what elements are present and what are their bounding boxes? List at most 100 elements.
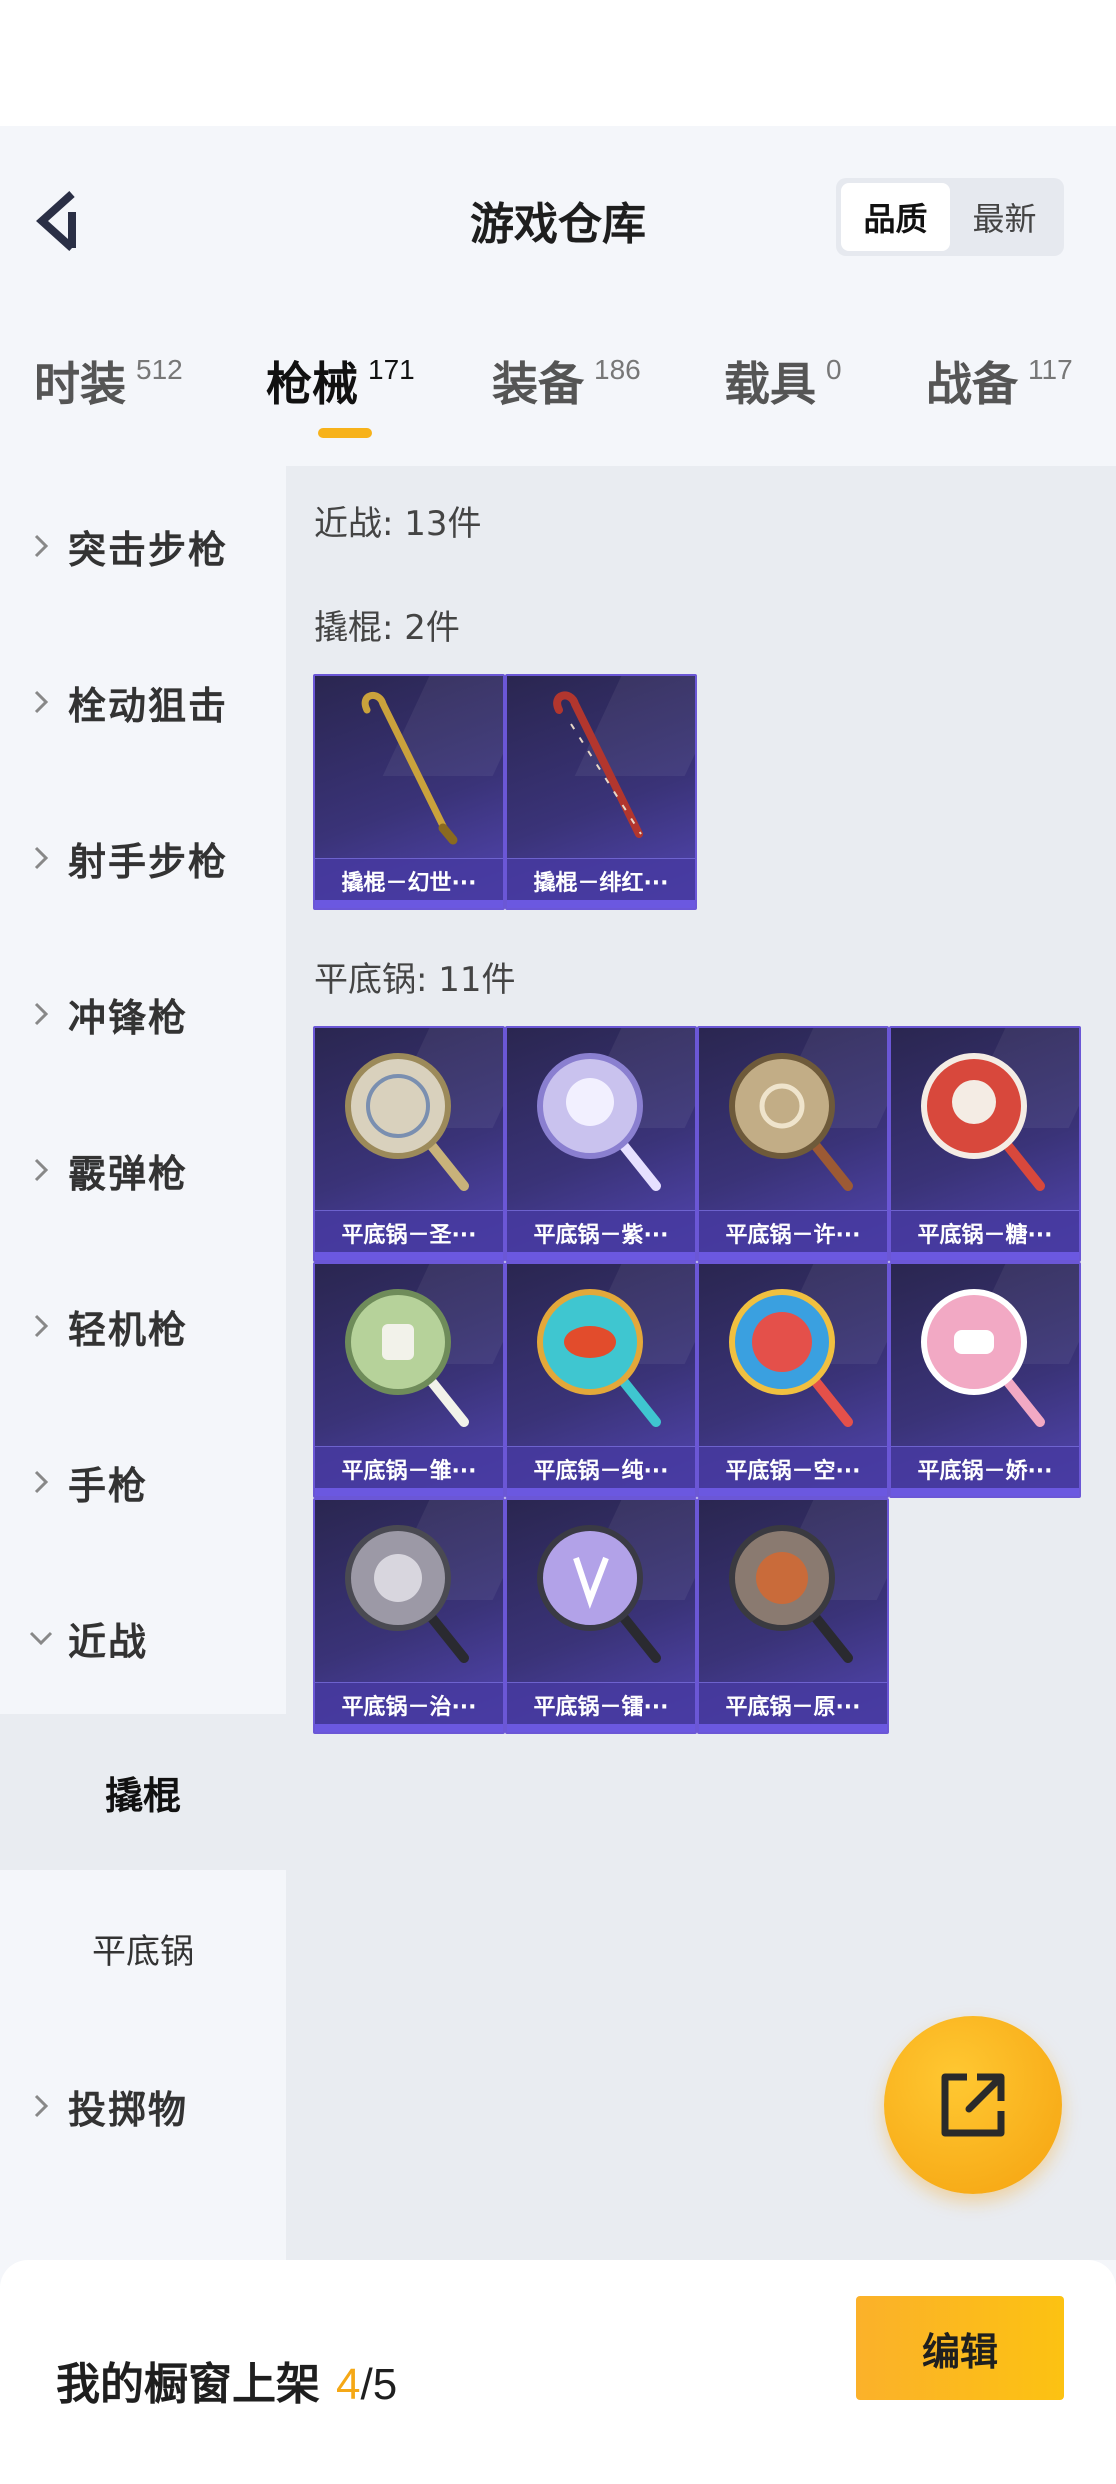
item-name: 平底锅－纯··· xyxy=(533,1458,669,1484)
sidebar-subitem-crowbar[interactable]: 撬棍 xyxy=(0,1714,286,1870)
category-tabs: 时装 512 枪械 171 装备 186 载具 0 战备 117 xyxy=(0,308,1116,466)
showcase-status: 我的橱窗上架 4 / 5 xyxy=(56,2348,397,2412)
item-name: 撬棍－绯红··· xyxy=(533,870,669,896)
tab-count: 171 xyxy=(368,354,415,385)
sidebar-item-label: 投掷物 xyxy=(68,2087,189,2132)
pan-candy-icon xyxy=(891,1028,1079,1214)
item-card[interactable]: 平底锅－许··· xyxy=(697,1026,889,1262)
category-count-title: 近战: 13件 xyxy=(314,504,482,544)
item-card[interactable]: 平底锅－紫··· xyxy=(505,1026,697,1262)
pan-heal-icon xyxy=(315,1500,503,1686)
showcase-total-count: 5 xyxy=(372,2360,398,2409)
crowbar-gold-icon xyxy=(315,676,503,862)
showcase-label: 我的橱窗上架 xyxy=(56,2359,320,2410)
edit-button[interactable]: 编辑 xyxy=(856,2296,1064,2400)
showcase-separator: / xyxy=(360,2360,373,2409)
chevron-right-icon xyxy=(26,2092,56,2120)
sort-newest-button[interactable]: 最新 xyxy=(950,183,1059,251)
tab-label: 装备 xyxy=(492,357,584,411)
sidebar-item-melee[interactable]: 近战 xyxy=(0,1588,286,1688)
item-card[interactable]: 平底锅－雏··· xyxy=(313,1262,505,1498)
bottom-bar: 我的橱窗上架 4 / 5 编辑 xyxy=(0,2260,1116,2484)
pan-pure-icon xyxy=(507,1264,695,1450)
tab-firearms[interactable]: 枪械 171 xyxy=(266,348,415,414)
item-card[interactable]: 平底锅－圣··· xyxy=(313,1026,505,1262)
sidebar-item-throwables[interactable]: 投掷物 xyxy=(0,2056,286,2156)
chevron-down-icon xyxy=(26,1628,56,1648)
item-card-footer: 平底锅－镭··· xyxy=(507,1682,695,1732)
sidebar-item-marksman-rifle[interactable]: 射手步枪 xyxy=(0,808,286,908)
sort-quality-button[interactable]: 品质 xyxy=(841,183,950,251)
sidebar-subitem-pan[interactable]: 平底锅 xyxy=(0,1870,286,2026)
pan-origin-icon xyxy=(699,1500,887,1686)
item-card[interactable]: 平底锅－娇··· xyxy=(889,1262,1081,1498)
item-card[interactable]: 撬棍－绯红··· xyxy=(505,674,697,910)
pan-laser-icon xyxy=(507,1500,695,1686)
sidebar-item-label: 近战 xyxy=(68,1619,149,1664)
pan-wish-icon xyxy=(699,1028,887,1214)
item-name: 撬棍－幻世··· xyxy=(341,870,477,896)
sidebar-item-label: 轻机枪 xyxy=(68,1307,189,1352)
tab-vehicles[interactable]: 载具 0 xyxy=(724,348,842,414)
sidebar-subitem-label: 撬棍 xyxy=(104,1773,181,1818)
tab-label: 枪械 xyxy=(266,357,358,411)
pan-holy-icon xyxy=(315,1028,503,1214)
group-title-crowbar: 撬棍: 2件 xyxy=(314,608,460,648)
showcase-current-count: 4 xyxy=(336,2360,361,2409)
tab-label: 时装 xyxy=(34,357,126,411)
sidebar-item-label: 射手步枪 xyxy=(68,839,229,884)
pan-chick-icon xyxy=(315,1264,503,1450)
sort-toggle: 品质 最新 xyxy=(836,178,1064,256)
sidebar-item-bolt-sniper[interactable]: 栓动狙击 xyxy=(0,652,286,752)
sidebar-item-lmg[interactable]: 轻机枪 xyxy=(0,1276,286,1376)
tab-count: 0 xyxy=(826,354,842,385)
item-card-footer: 平底锅－圣··· xyxy=(315,1210,503,1260)
sidebar-item-label: 栓动狙击 xyxy=(68,683,229,728)
tab-supplies[interactable]: 战备 117 xyxy=(926,348,1073,414)
item-card[interactable]: 平底锅－空··· xyxy=(697,1262,889,1498)
sidebar-item-smg[interactable]: 冲锋枪 xyxy=(0,964,286,1064)
chevron-right-icon xyxy=(26,1468,56,1496)
item-card-footer: 平底锅－纯··· xyxy=(507,1446,695,1496)
item-card-footer: 撬棍－绯红··· xyxy=(507,858,695,908)
item-card-footer: 平底锅－紫··· xyxy=(507,1210,695,1260)
share-button[interactable] xyxy=(884,2016,1062,2194)
item-name: 平底锅－娇··· xyxy=(917,1458,1053,1484)
item-card-footer: 平底锅－原··· xyxy=(699,1682,887,1732)
tab-fashion[interactable]: 时装 512 xyxy=(34,348,183,414)
item-name: 平底锅－治··· xyxy=(341,1694,477,1720)
tab-count: 117 xyxy=(1028,354,1073,385)
item-card[interactable]: 撬棍－幻世··· xyxy=(313,674,505,910)
group-title-pan: 平底锅: 11件 xyxy=(314,960,516,1000)
item-card[interactable]: 平底锅－纯··· xyxy=(505,1262,697,1498)
sidebar: 突击步枪 栓动狙击 射手步枪 冲锋枪 霰弹枪 轻机枪 手枪 近战 撬棍 平底锅 … xyxy=(0,466,286,2260)
sidebar-subitem-label: 平底锅 xyxy=(92,1931,194,1972)
item-name: 平底锅－镭··· xyxy=(533,1694,669,1720)
item-card[interactable]: 平底锅－糖··· xyxy=(889,1026,1081,1262)
pan-sweet-icon xyxy=(891,1264,1079,1450)
header: 游戏仓库 品质 最新 xyxy=(0,126,1116,308)
tab-equipment[interactable]: 装备 186 xyxy=(492,348,641,414)
sidebar-item-label: 手枪 xyxy=(68,1463,149,1508)
sidebar-item-pistol[interactable]: 手枪 xyxy=(0,1432,286,1532)
item-name: 平底锅－圣··· xyxy=(341,1222,477,1248)
item-card[interactable]: 平底锅－治··· xyxy=(313,1498,505,1734)
item-name: 平底锅－许··· xyxy=(725,1222,861,1248)
item-name: 平底锅－紫··· xyxy=(533,1222,669,1248)
pan-purple-icon xyxy=(507,1028,695,1214)
crowbar-red-icon xyxy=(507,676,695,862)
share-external-icon xyxy=(941,2073,1005,2137)
item-name: 平底锅－糖··· xyxy=(917,1222,1053,1248)
item-card[interactable]: 平底锅－原··· xyxy=(697,1498,889,1734)
item-card[interactable]: 平底锅－镭··· xyxy=(505,1498,697,1734)
active-tab-indicator xyxy=(318,428,372,438)
item-card-footer: 平底锅－许··· xyxy=(699,1210,887,1260)
sidebar-item-label: 冲锋枪 xyxy=(68,995,189,1040)
item-card-footer: 撬棍－幻世··· xyxy=(315,858,503,908)
tab-count: 186 xyxy=(594,354,641,385)
item-name: 平底锅－雏··· xyxy=(341,1458,477,1484)
sidebar-item-shotgun[interactable]: 霰弹枪 xyxy=(0,1120,286,1220)
chevron-right-icon xyxy=(26,1312,56,1340)
sidebar-item-assault-rifle[interactable]: 突击步枪 xyxy=(0,496,286,596)
chevron-right-icon xyxy=(26,1156,56,1184)
